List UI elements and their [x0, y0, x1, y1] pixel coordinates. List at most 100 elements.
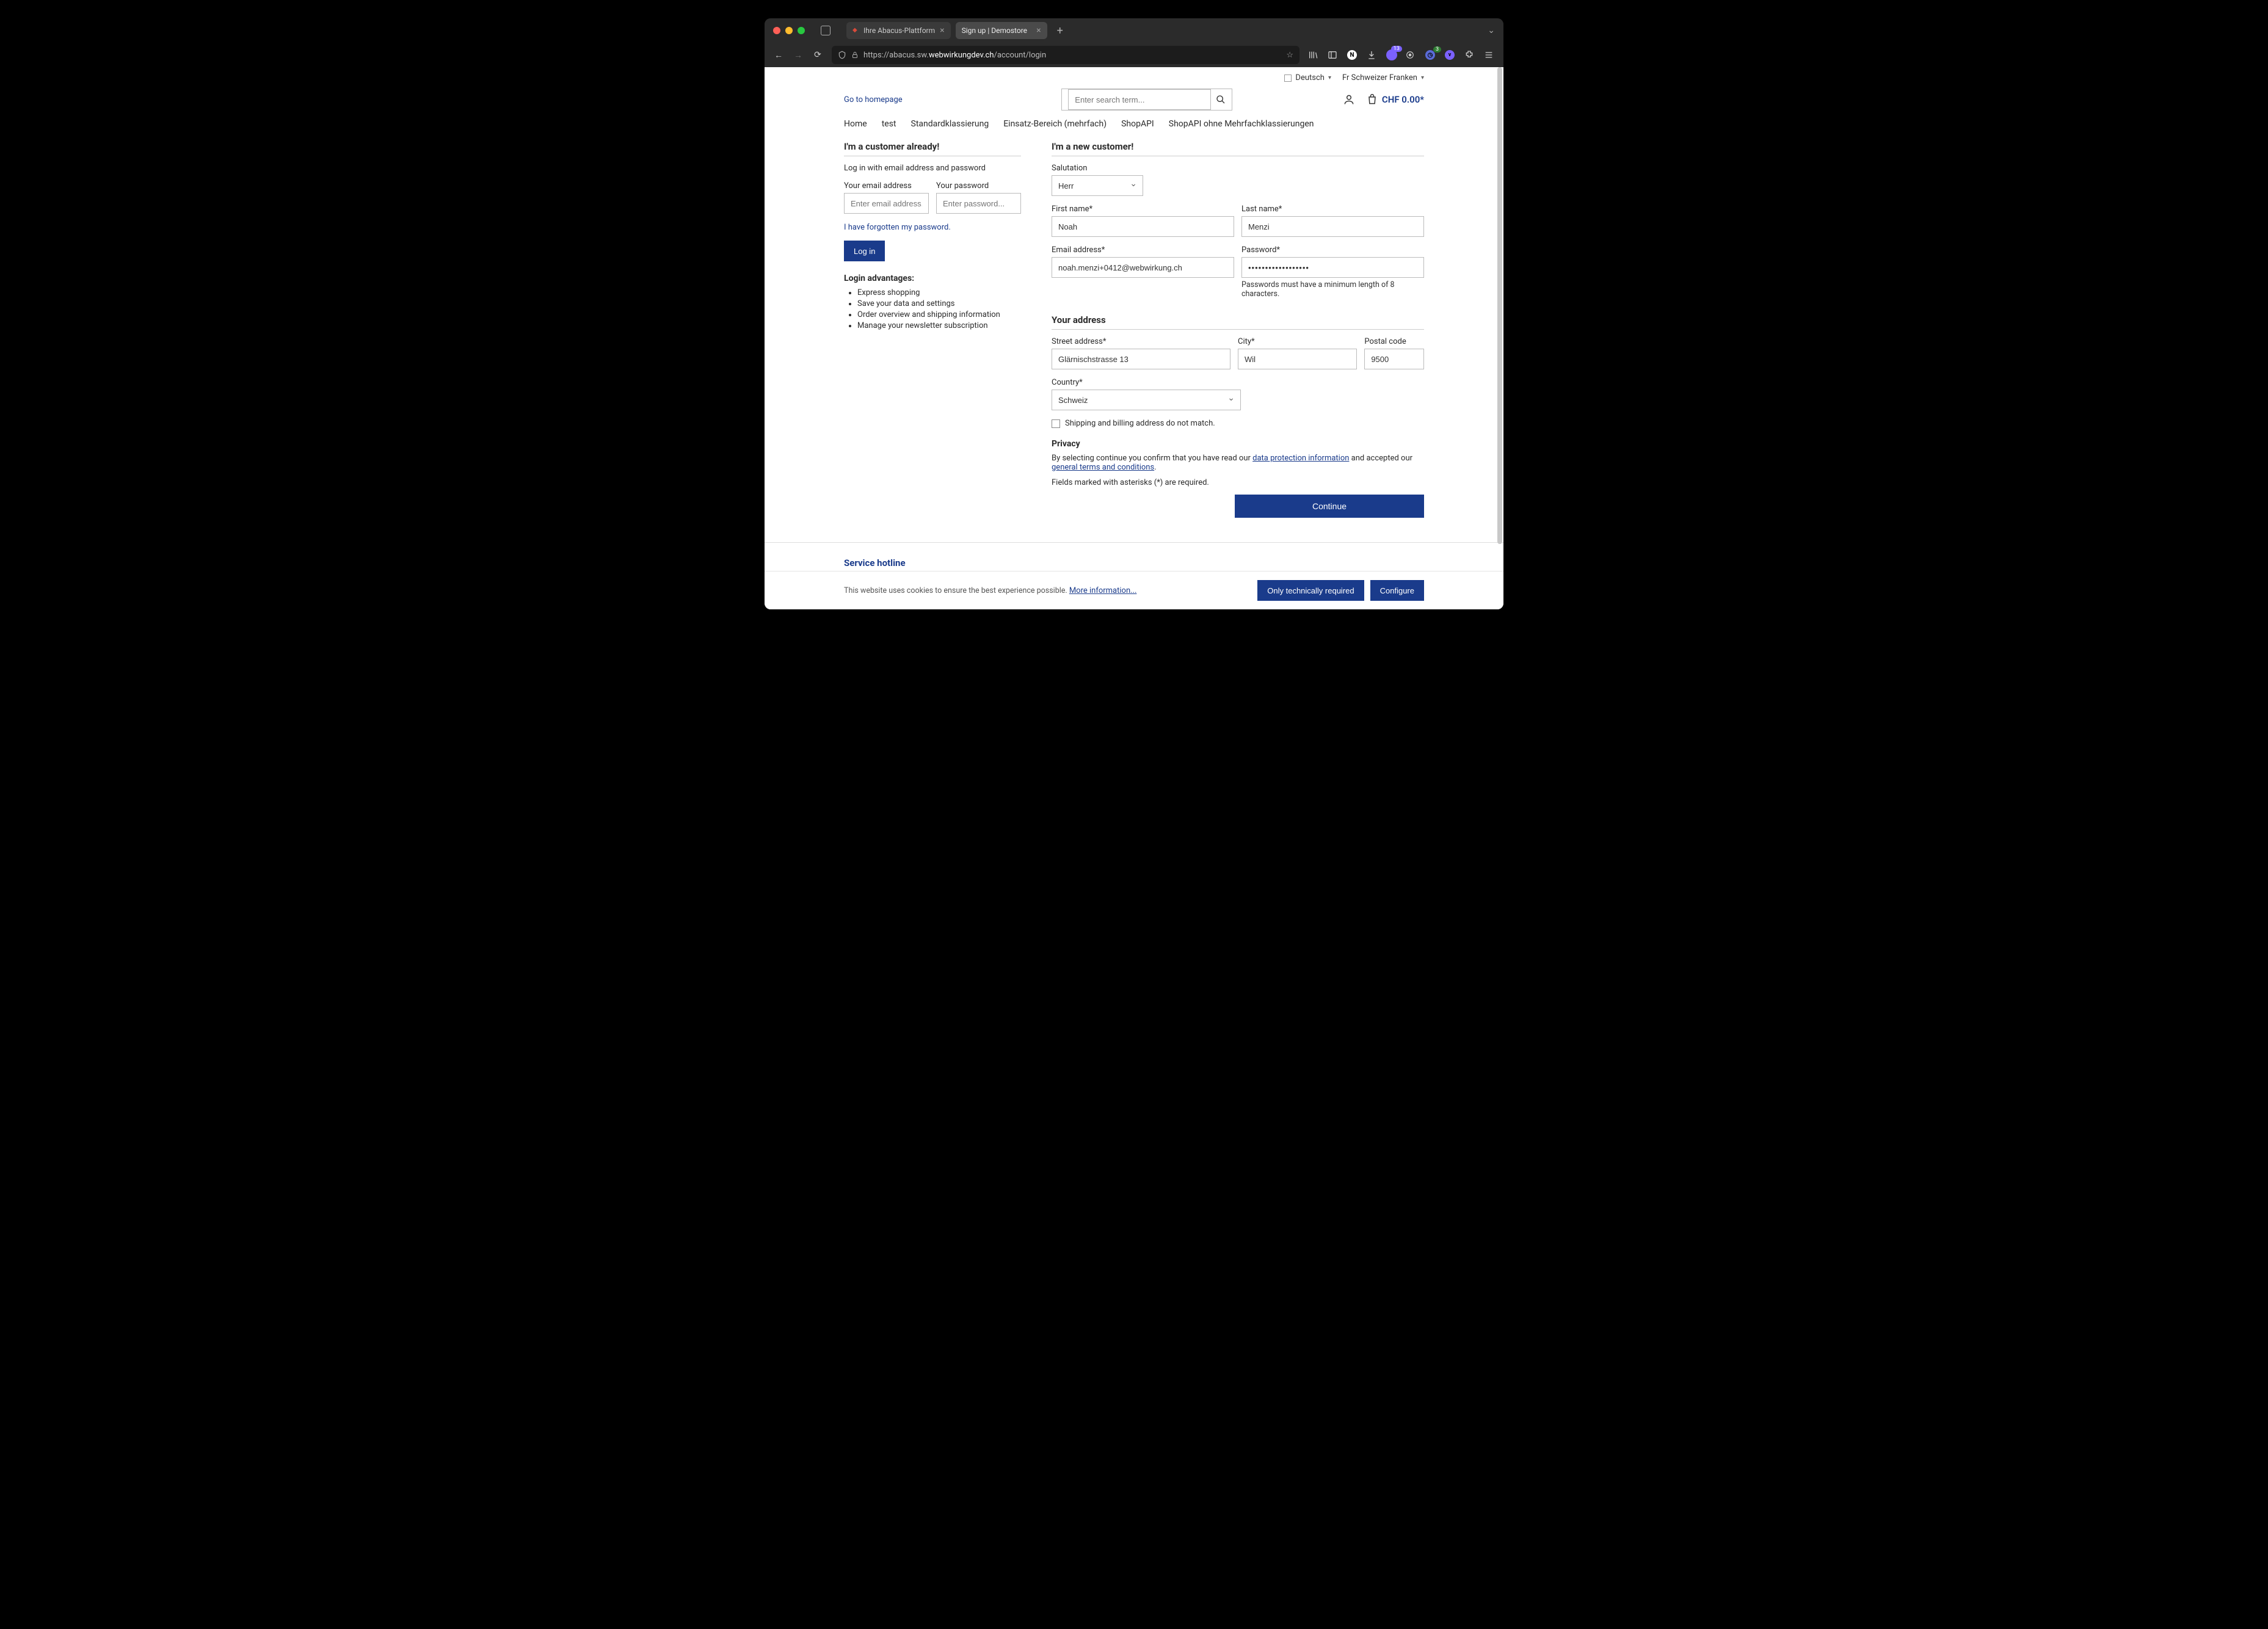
password-label: Password*	[1241, 245, 1424, 255]
new-tab-button[interactable]: +	[1052, 24, 1068, 37]
extension-target-icon[interactable]	[1406, 51, 1417, 59]
password-hint: Passwords must have a minimum length of …	[1241, 280, 1424, 299]
firstname-label: First name*	[1052, 205, 1234, 214]
salutation-label: Salutation	[1052, 164, 1143, 173]
browser-tab-abacus[interactable]: ◆ Ihre Abacus-Plattform ×	[846, 22, 951, 39]
cart-total: CHF 0.00*	[1382, 94, 1424, 105]
signup-title: I'm a new customer!	[1052, 141, 1424, 152]
currency-selector[interactable]: Fr Schweizer Franken ▾	[1342, 73, 1424, 82]
nav-einsatz-bereich[interactable]: Einsatz-Bereich (mehrfach)	[1003, 119, 1107, 129]
service-hotline-title: Service hotline	[844, 557, 1424, 568]
advantages-title: Login advantages:	[844, 274, 1021, 283]
nav-test[interactable]: test	[882, 119, 896, 129]
nav-standardklassierung[interactable]: Standardklassierung	[911, 119, 989, 129]
chevron-down-icon: ▾	[1421, 74, 1424, 81]
extension-clock-icon[interactable]: ◷ 3	[1425, 50, 1436, 60]
required-note: Fields marked with asterisks (*) are req…	[1052, 478, 1424, 487]
downloads-icon[interactable]	[1367, 50, 1378, 60]
account-icon[interactable]	[1343, 93, 1355, 106]
language-selector[interactable]: Deutsch ▾	[1284, 73, 1331, 82]
advantages-list: Express shopping Save your data and sett…	[844, 288, 1021, 330]
list-item: Save your data and settings	[857, 299, 1021, 308]
login-title: I'm a customer already!	[844, 141, 1021, 152]
shipping-mismatch-label: Shipping and billing address do not matc…	[1065, 419, 1215, 428]
cart-button[interactable]: CHF 0.00*	[1366, 93, 1424, 106]
login-button[interactable]: Log in	[844, 241, 885, 261]
tab-close-icon[interactable]: ×	[1036, 26, 1041, 35]
cookie-text: This website uses cookies to ensure the …	[844, 586, 1069, 595]
country-select[interactable]: Schweiz	[1052, 390, 1241, 410]
extension-v-icon[interactable]: v	[1445, 50, 1456, 60]
lastname-label: Last name*	[1241, 205, 1424, 214]
window-close[interactable]	[773, 27, 780, 34]
extension-n-icon[interactable]: N	[1347, 50, 1358, 60]
sidebar-icon[interactable]	[1328, 50, 1339, 60]
city-label: City*	[1238, 337, 1357, 346]
menu-icon[interactable]	[1484, 50, 1495, 60]
list-item: Express shopping	[857, 288, 1021, 297]
login-subtitle: Log in with email address and password	[844, 164, 1021, 173]
cookie-more-link[interactable]: More information...	[1069, 586, 1137, 595]
library-icon[interactable]	[1308, 50, 1319, 60]
salutation-select[interactable]: Herr	[1052, 175, 1143, 196]
list-item: Manage your newsletter subscription	[857, 321, 1021, 330]
cookie-technical-button[interactable]: Only technically required	[1257, 580, 1364, 601]
data-protection-link[interactable]: data protection information	[1252, 454, 1349, 463]
url-bar: ← → ⟳ https://abacus.sw.webwirkungdev.ch…	[765, 43, 1503, 67]
search-icon[interactable]	[1216, 95, 1226, 104]
signup-email-input[interactable]	[1052, 257, 1234, 278]
tab-title: Sign up | Demostore	[962, 26, 1027, 35]
extensions-icon[interactable]	[1464, 50, 1475, 60]
tab-close-icon[interactable]: ×	[940, 26, 944, 35]
lock-icon[interactable]	[851, 51, 859, 59]
firstname-input[interactable]	[1052, 216, 1234, 237]
flag-icon	[1284, 74, 1292, 82]
nav-home[interactable]: Home	[844, 119, 867, 129]
country-label: Country*	[1052, 378, 1241, 387]
postal-label: Postal code	[1364, 337, 1424, 346]
extension-badge-icon[interactable]: 13	[1386, 49, 1397, 60]
shield-icon[interactable]	[838, 51, 846, 59]
reload-button[interactable]: ⟳	[812, 50, 823, 60]
chevron-down-icon: ▾	[1328, 74, 1331, 81]
login-password-input[interactable]	[936, 193, 1021, 214]
shipping-mismatch-checkbox[interactable]	[1052, 419, 1060, 428]
nav-shopapi-ohne[interactable]: ShopAPI ohne Mehrfachklassierungen	[1169, 119, 1314, 129]
email-label: Your email address	[844, 181, 929, 190]
url-text: https://abacus.sw.webwirkungdev.ch/accou…	[863, 51, 1281, 60]
street-input[interactable]	[1052, 349, 1230, 369]
scrollbar[interactable]	[1497, 67, 1502, 609]
bookmark-star-icon[interactable]: ☆	[1286, 51, 1293, 60]
email-label: Email address*	[1052, 245, 1234, 255]
search-input[interactable]	[1068, 89, 1211, 110]
window-titlebar: ◆ Ihre Abacus-Plattform × Sign up | Demo…	[765, 18, 1503, 43]
page-content: Deutsch ▾ Fr Schweizer Franken ▾ Go to h…	[765, 67, 1503, 609]
homepage-link[interactable]: Go to homepage	[844, 95, 903, 104]
search-box[interactable]	[1061, 89, 1232, 111]
signup-password-input[interactable]	[1241, 257, 1424, 278]
tab-title: Ihre Abacus-Plattform	[863, 26, 935, 35]
browser-tab-signup[interactable]: Sign up | Demostore ×	[956, 22, 1047, 39]
address-bar[interactable]: https://abacus.sw.webwirkungdev.ch/accou…	[832, 46, 1299, 64]
tab-overview-icon[interactable]	[821, 26, 831, 35]
privacy-title: Privacy	[1052, 439, 1424, 449]
window-maximize[interactable]	[798, 27, 805, 34]
chevron-down-icon[interactable]: ⌄	[1488, 26, 1495, 35]
login-email-input[interactable]	[844, 193, 929, 214]
city-input[interactable]	[1238, 349, 1357, 369]
window-minimize[interactable]	[785, 27, 793, 34]
privacy-text: By selecting continue you confirm that y…	[1052, 454, 1424, 472]
street-label: Street address*	[1052, 337, 1230, 346]
main-nav: Home test Standardklassierung Einsatz-Be…	[765, 111, 1503, 135]
forward-button[interactable]: →	[793, 50, 804, 60]
lastname-input[interactable]	[1241, 216, 1424, 237]
favicon-icon: ◆	[852, 27, 860, 34]
back-button[interactable]: ←	[773, 50, 784, 60]
list-item: Order overview and shipping information	[857, 310, 1021, 319]
forgot-password-link[interactable]: I have forgotten my password.	[844, 223, 951, 232]
terms-link[interactable]: general terms and conditions	[1052, 463, 1154, 472]
cookie-configure-button[interactable]: Configure	[1370, 580, 1424, 601]
continue-button[interactable]: Continue	[1235, 495, 1424, 518]
postal-input[interactable]	[1364, 349, 1424, 369]
nav-shopapi[interactable]: ShopAPI	[1121, 119, 1154, 129]
